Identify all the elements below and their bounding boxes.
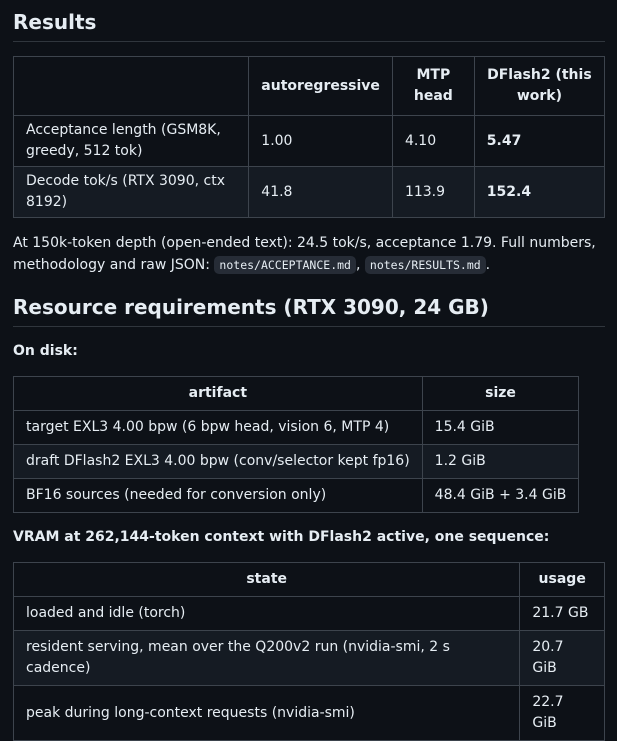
note-end: . (485, 257, 491, 273)
acceptance-notes-link[interactable]: notes/ACCEPTANCE.md (214, 256, 356, 274)
note-separator: , (355, 257, 365, 273)
table-row: target EXL3 4.00 bpw (6 bpw head, vision… (13, 410, 580, 445)
autoregressive-cell: 41.8 (248, 166, 393, 218)
autoregressive-cell: 1.00 (248, 115, 393, 167)
mtp-cell: 113.9 (391, 166, 475, 218)
table-row: Decode tok/s (RTX 3090, ctx 8192) 41.8 1… (12, 166, 606, 218)
results-note: At 150k-token depth (open-ended text): 2… (13, 232, 605, 276)
size-cell: 48.4 GiB + 3.4 GiB (421, 478, 580, 513)
disk-header-artifact: artifact (13, 376, 423, 411)
artifact-cell: BF16 sources (needed for conversion only… (13, 478, 423, 513)
resources-heading: Resource requirements (RTX 3090, 24 GB) (13, 294, 605, 327)
disk-header-row: artifact size (13, 376, 580, 411)
results-header-empty (12, 56, 250, 116)
usage-cell: 20.7 GiB (519, 630, 605, 686)
markdown-body: Results autoregressive MTP head DFlash2 … (0, 0, 617, 741)
on-disk-label: On disk: (13, 343, 78, 359)
dflash2-cell: 152.4 (473, 166, 606, 218)
vram-header-row: state usage (12, 562, 605, 597)
vram-label: VRAM at 262,144-token context with DFlas… (13, 529, 550, 545)
table-row: draft DFlash2 EXL3 4.00 bpw (conv/select… (13, 444, 580, 479)
table-row: loaded and idle (torch) 21.7 GB (12, 596, 605, 631)
usage-cell: 21.7 GB (519, 596, 605, 631)
state-cell: resident serving, mean over the Q200v2 r… (12, 630, 521, 686)
usage-cell: 22.7 GiB (519, 685, 605, 741)
results-header-mtp-head: MTP head (391, 56, 475, 116)
results-heading: Results (13, 0, 605, 42)
mtp-cell: 4.10 (391, 115, 475, 167)
vram-table: state usage loaded and idle (torch) 21.7… (12, 562, 605, 741)
vram-header-state: state (12, 562, 521, 597)
disk-header-size: size (421, 376, 580, 411)
metric-cell: Acceptance length (GSM8K, greedy, 512 to… (12, 115, 250, 167)
disk-table: artifact size target EXL3 4.00 bpw (6 bp… (13, 376, 580, 513)
table-row: peak during long-context requests (nvidi… (12, 685, 605, 741)
artifact-cell: draft DFlash2 EXL3 4.00 bpw (conv/select… (13, 444, 423, 479)
table-row: resident serving, mean over the Q200v2 r… (12, 630, 605, 686)
table-row: Acceptance length (GSM8K, greedy, 512 to… (12, 115, 606, 167)
results-table: autoregressive MTP head DFlash2 (this wo… (12, 56, 606, 218)
state-cell: loaded and idle (torch) (12, 596, 521, 631)
results-header-row: autoregressive MTP head DFlash2 (this wo… (12, 56, 606, 116)
size-cell: 15.4 GiB (421, 410, 580, 445)
metric-cell: Decode tok/s (RTX 3090, ctx 8192) (12, 166, 250, 218)
size-cell: 1.2 GiB (421, 444, 580, 479)
state-cell: peak during long-context requests (nvidi… (12, 685, 521, 741)
results-header-dflash2: DFlash2 (this work) (473, 56, 606, 116)
artifact-cell: target EXL3 4.00 bpw (6 bpw head, vision… (13, 410, 423, 445)
dflash2-cell: 5.47 (473, 115, 606, 167)
results-header-autoregressive: autoregressive (248, 56, 393, 116)
table-row: BF16 sources (needed for conversion only… (13, 478, 580, 513)
vram-header-usage: usage (519, 562, 605, 597)
results-notes-link[interactable]: notes/RESULTS.md (364, 256, 486, 274)
